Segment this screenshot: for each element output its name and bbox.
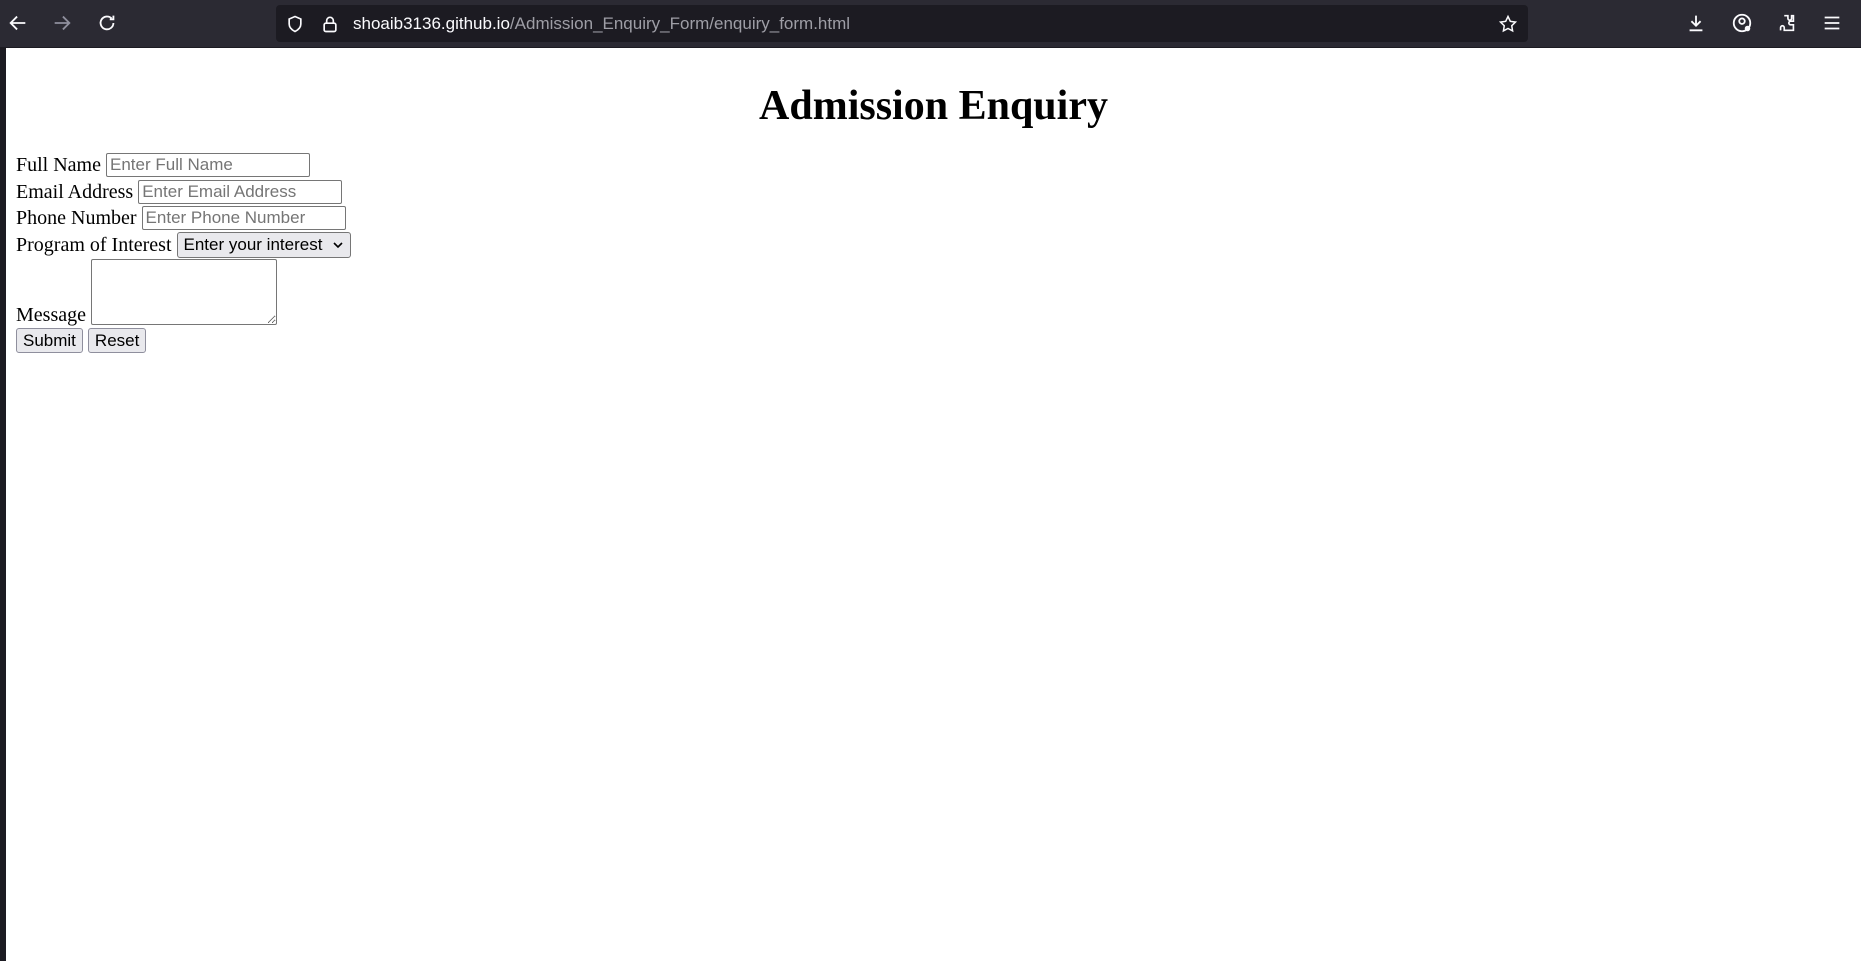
email-input[interactable] — [138, 179, 343, 204]
url-host: shoaib3136.github.io — [353, 14, 510, 33]
page-content: Admission Enquiry Full Name Email Addres… — [6, 48, 1861, 961]
phone-row: Phone Number — [16, 205, 1851, 232]
email-label: Email Address — [16, 180, 134, 203]
download-icon[interactable] — [1678, 5, 1714, 41]
url-text[interactable]: shoaib3136.github.io/Admission_Enquiry_F… — [353, 5, 850, 42]
enquiry-form: Full Name Email Address Phone Number Pro… — [16, 152, 1851, 353]
lock-icon[interactable] — [320, 14, 340, 34]
browser-toolbar: shoaib3136.github.io/Admission_Enquiry_F… — [0, 0, 1861, 47]
message-row: Message — [16, 259, 1851, 325]
full-name-row: Full Name — [16, 152, 1851, 179]
url-path: /Admission_Enquiry_Form/enquiry_form.htm… — [509, 14, 851, 33]
forward-arrow-icon[interactable] — [44, 5, 80, 41]
email-row: Email Address — [16, 179, 1851, 206]
bookmark-star-icon[interactable] — [1498, 14, 1518, 34]
program-row: Program of Interest Enter your interest — [16, 231, 1851, 259]
full-name-input[interactable] — [106, 153, 310, 178]
back-arrow-icon[interactable] — [0, 5, 36, 41]
phone-label: Phone Number — [16, 207, 137, 230]
chevron-down-icon — [333, 242, 343, 248]
extensions-icon[interactable] — [1769, 5, 1805, 41]
submit-button[interactable]: Submit — [16, 328, 83, 353]
phone-input[interactable] — [141, 206, 346, 231]
menu-icon[interactable] — [1814, 5, 1850, 41]
account-icon[interactable] — [1724, 5, 1760, 41]
address-bar[interactable]: shoaib3136.github.io/Admission_Enquiry_F… — [276, 5, 1528, 42]
program-select[interactable]: Enter your interest — [176, 231, 352, 258]
form-buttons: Submit Reset — [16, 328, 1851, 353]
shield-icon[interactable] — [285, 14, 305, 34]
reset-button[interactable]: Reset — [87, 328, 147, 353]
program-selected-value: Enter your interest — [183, 234, 323, 254]
message-label: Message — [16, 304, 86, 326]
program-label: Program of Interest — [16, 233, 172, 256]
reload-icon[interactable] — [89, 5, 125, 41]
full-name-label: Full Name — [16, 154, 101, 177]
page-title: Admission Enquiry — [759, 83, 1108, 129]
message-textarea[interactable] — [90, 259, 277, 325]
